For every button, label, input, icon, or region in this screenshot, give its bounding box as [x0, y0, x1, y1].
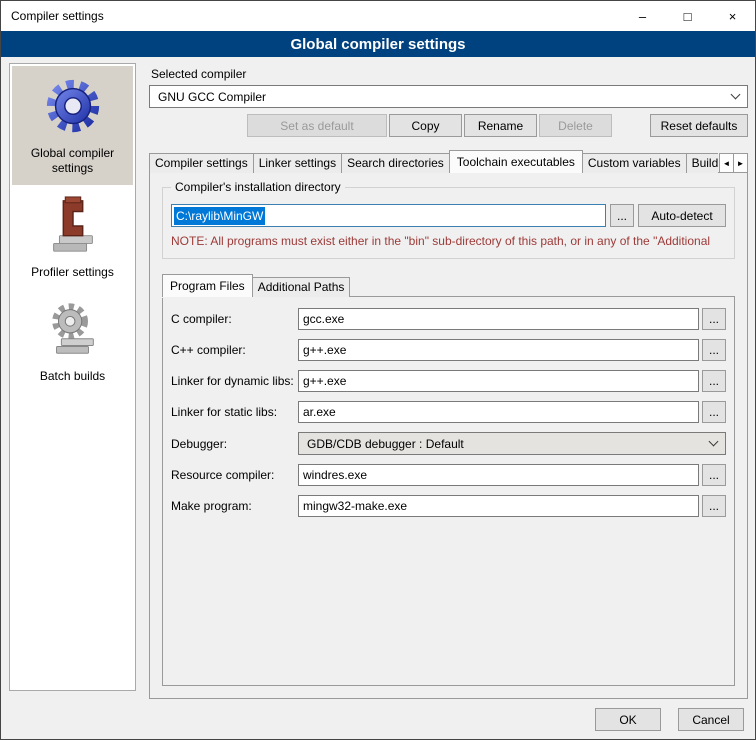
static-linker-row: Linker for static libs: ar.exe ...: [171, 401, 726, 423]
ok-button[interactable]: OK: [595, 708, 661, 731]
sidebar-item-label: Batch builds: [40, 369, 105, 384]
gray-gear-stack-icon: [42, 299, 104, 361]
static-linker-value: ar.exe: [303, 405, 336, 419]
program-files-panel: C compiler: gcc.exe ... C++ compiler: g+…: [162, 296, 735, 686]
maximize-icon[interactable]: □: [665, 1, 710, 31]
cpp-compiler-input[interactable]: g++.exe: [298, 339, 699, 361]
dialog-content: Global compiler settings Profiler settin…: [1, 57, 755, 699]
dynamic-linker-row: Linker for dynamic libs: g++.exe ...: [171, 370, 726, 392]
installation-directory-input[interactable]: C:\raylib\MinGW: [171, 204, 606, 227]
profiler-tool-icon: [42, 195, 104, 257]
tab-compiler-settings[interactable]: Compiler settings: [149, 153, 254, 173]
static-linker-input[interactable]: ar.exe: [298, 401, 699, 423]
set-as-default-button: Set as default: [247, 114, 387, 137]
selected-compiler-dropdown[interactable]: GNU GCC Compiler: [149, 85, 748, 108]
tab-build-options[interactable]: Build options: [686, 153, 718, 173]
resource-compiler-browse-button[interactable]: ...: [702, 464, 726, 486]
tabs-container: Compiler settings Linker settings Search…: [149, 150, 718, 173]
tab-linker-settings[interactable]: Linker settings: [253, 153, 342, 173]
tab-toolchain-executables[interactable]: Toolchain executables: [449, 150, 583, 173]
make-program-row: Make program: mingw32-make.exe ...: [171, 495, 726, 517]
debugger-value: GDB/CDB debugger : Default: [307, 437, 464, 451]
sidebar-item-batch-builds[interactable]: Batch builds: [12, 289, 133, 393]
cpp-compiler-label: C++ compiler:: [171, 343, 298, 357]
dynamic-linker-input[interactable]: g++.exe: [298, 370, 699, 392]
installation-directory-legend: Compiler's installation directory: [171, 180, 345, 194]
tab-search-directories[interactable]: Search directories: [341, 153, 450, 173]
debugger-row: Debugger: GDB/CDB debugger : Default: [171, 432, 726, 455]
c-compiler-value: gcc.exe: [303, 312, 344, 326]
tab-scroll-right-icon[interactable]: ►: [733, 153, 748, 173]
cpp-compiler-row: C++ compiler: g++.exe ...: [171, 339, 726, 361]
chevron-down-icon: [709, 437, 719, 447]
titlebar[interactable]: Compiler settings – □ ×: [1, 1, 755, 31]
dialog-footer: OK Cancel: [1, 699, 755, 739]
page-title: Global compiler settings: [1, 31, 755, 57]
make-program-label: Make program:: [171, 499, 298, 513]
dynamic-linker-value: g++.exe: [303, 374, 346, 388]
rename-button[interactable]: Rename: [464, 114, 537, 137]
dynamic-linker-label: Linker for dynamic libs:: [171, 374, 298, 388]
resource-compiler-input[interactable]: windres.exe: [298, 464, 699, 486]
installation-directory-row: C:\raylib\MinGW ... Auto-detect: [171, 204, 726, 227]
cancel-button[interactable]: Cancel: [678, 708, 744, 731]
settings-category-sidebar: Global compiler settings Profiler settin…: [9, 63, 136, 691]
c-compiler-label: C compiler:: [171, 312, 298, 326]
browse-directory-button[interactable]: ...: [610, 204, 634, 227]
tab-additional-paths[interactable]: Additional Paths: [252, 277, 351, 297]
tab-custom-variables[interactable]: Custom variables: [582, 153, 687, 173]
selected-compiler-value: GNU GCC Compiler: [158, 90, 266, 104]
tab-scroll-left-icon[interactable]: ◄: [719, 153, 734, 173]
copy-button[interactable]: Copy: [389, 114, 462, 137]
delete-button: Delete: [539, 114, 612, 137]
make-program-browse-button[interactable]: ...: [702, 495, 726, 517]
debugger-select[interactable]: GDB/CDB debugger : Default: [298, 432, 726, 455]
close-icon[interactable]: ×: [710, 1, 755, 31]
dynamic-linker-browse-button[interactable]: ...: [702, 370, 726, 392]
compiler-buttons-row: Set as default Copy Rename Delete Reset …: [149, 114, 748, 137]
sidebar-item-label: Profiler settings: [31, 265, 114, 280]
debugger-label: Debugger:: [171, 437, 298, 451]
settings-tabstrip: Compiler settings Linker settings Search…: [149, 150, 748, 173]
sidebar-item-global-compiler-settings[interactable]: Global compiler settings: [12, 66, 133, 185]
c-compiler-browse-button[interactable]: ...: [702, 308, 726, 330]
blue-gear-icon: [42, 76, 104, 138]
static-linker-browse-button[interactable]: ...: [702, 401, 726, 423]
resource-compiler-value: windres.exe: [303, 468, 367, 482]
sidebar-item-profiler-settings[interactable]: Profiler settings: [12, 185, 133, 289]
minimize-icon[interactable]: –: [620, 1, 665, 31]
make-program-value: mingw32-make.exe: [303, 499, 407, 513]
sidebar-item-label: Global compiler settings: [15, 146, 130, 176]
make-program-input[interactable]: mingw32-make.exe: [298, 495, 699, 517]
compiler-settings-window: Compiler settings – □ × Global compiler …: [0, 0, 756, 740]
tab-scroll-buttons: ◄ ►: [719, 153, 748, 173]
cpp-compiler-value: g++.exe: [303, 343, 346, 357]
program-files-tabstrip: Program Files Additional Paths: [162, 275, 737, 297]
main-panel: Selected compiler GNU GCC Compiler Set a…: [149, 63, 748, 699]
c-compiler-input[interactable]: gcc.exe: [298, 308, 699, 330]
reset-defaults-button[interactable]: Reset defaults: [650, 114, 748, 137]
cpp-compiler-browse-button[interactable]: ...: [702, 339, 726, 361]
installation-directory-value: C:\raylib\MinGW: [174, 207, 265, 225]
static-linker-label: Linker for static libs:: [171, 405, 298, 419]
resource-compiler-row: Resource compiler: windres.exe ...: [171, 464, 726, 486]
installation-note: NOTE: All programs must exist either in …: [171, 234, 726, 248]
auto-detect-button[interactable]: Auto-detect: [638, 204, 726, 227]
chevron-down-icon: [731, 90, 741, 100]
toolchain-executables-panel: Compiler's installation directory C:\ray…: [149, 172, 748, 699]
window-title: Compiler settings: [1, 9, 104, 23]
tab-program-files[interactable]: Program Files: [162, 274, 253, 297]
resource-compiler-label: Resource compiler:: [171, 468, 298, 482]
installation-directory-groupbox: Compiler's installation directory C:\ray…: [162, 187, 735, 259]
c-compiler-row: C compiler: gcc.exe ...: [171, 308, 726, 330]
window-controls: – □ ×: [620, 1, 755, 31]
selected-compiler-label: Selected compiler: [151, 67, 748, 81]
